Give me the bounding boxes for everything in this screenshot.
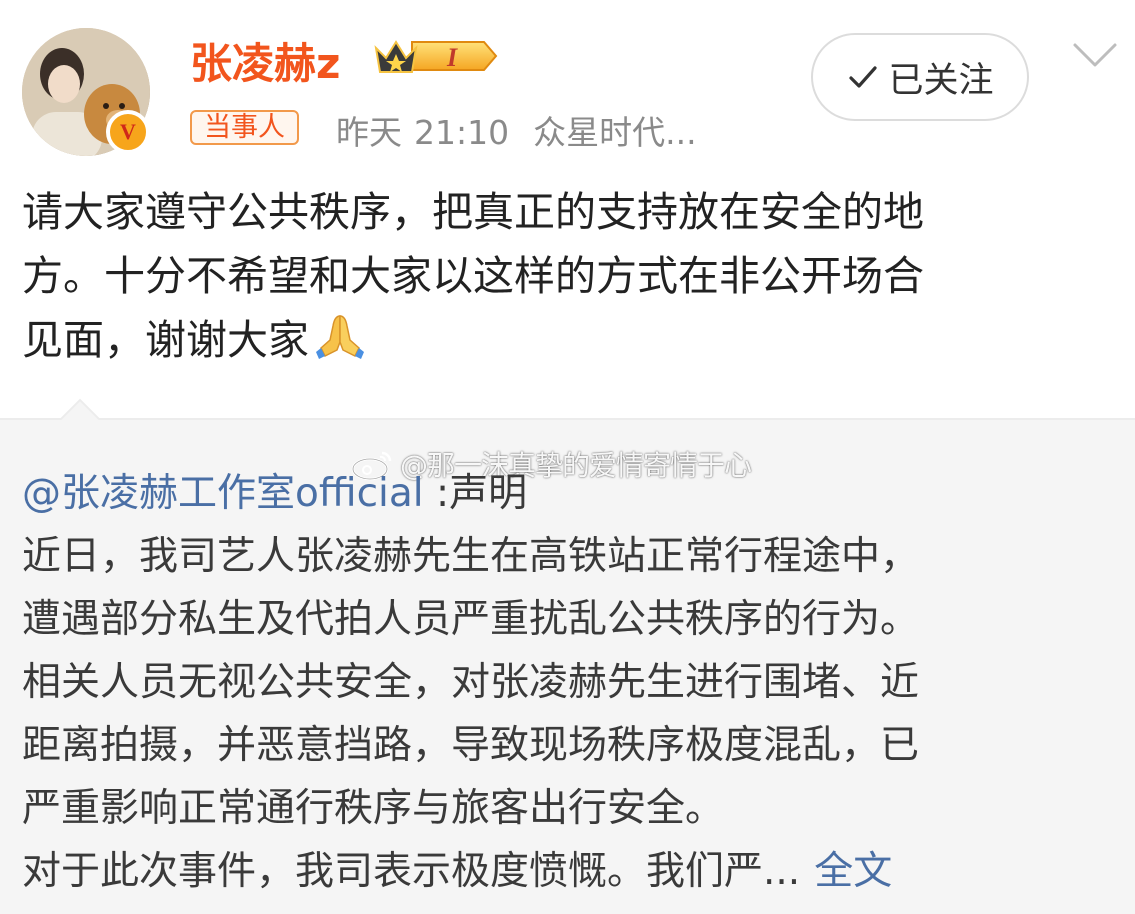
role-tag: 当事人: [190, 110, 299, 145]
post-header: V 张凌赫z I 当事人 昨天 21:10 众星时代... 已关注: [0, 0, 1135, 170]
retweet-notch: [60, 398, 100, 420]
retweet-line: 距离拍摄，并恶意挡路，导致现场秩序极度混乱，已: [22, 723, 920, 768]
retweet-author-link[interactable]: @张凌赫工作室official: [22, 471, 424, 516]
post-meta: 昨天 21:10 众星时代...: [336, 106, 697, 154]
post-line: 方。十分不希望和大家以这样的方式在非公开场合: [22, 252, 924, 300]
check-icon: [849, 66, 878, 88]
follow-button[interactable]: 已关注: [811, 33, 1029, 121]
retweet-header: @张凌赫工作室official :声明: [22, 462, 1117, 525]
folded-hands-emoji-icon: [316, 315, 364, 359]
post-date: 昨天: [336, 113, 402, 152]
verified-v-icon: V: [106, 110, 150, 154]
post-text[interactable]: 请大家遵守公共秩序，把真正的支持放在安全的地 方。十分不希望和大家以这样的方式在…: [22, 180, 1117, 372]
post-line-text: 见面，谢谢大家: [22, 316, 309, 364]
post-line-last: 见面，谢谢大家: [22, 308, 1117, 372]
post-time: 21:10: [414, 113, 510, 152]
username[interactable]: 张凌赫z: [190, 30, 340, 91]
crown-level-badge-icon[interactable]: I: [372, 34, 500, 78]
retweet-block[interactable]: @那一沫真挚的爱情寄情于心 @张凌赫工作室official :声明 近日，我司艺…: [0, 398, 1135, 914]
full-text-link[interactable]: 全文: [814, 849, 892, 894]
retweet-line: 严重影响正常通行秩序与旅客出行安全。: [22, 786, 725, 831]
retweet-line: 近日，我司艺人张凌赫先生在高铁站正常行程途中，: [22, 534, 920, 579]
retweet-line-last: 对于此次事件，我司表示极度愤慨。我们严... 全文: [22, 840, 1117, 903]
retweet-line: 遭遇部分私生及代拍人员严重扰乱公共秩序的行为。: [22, 597, 920, 642]
retweet-title: :声明: [423, 471, 528, 516]
retweet-line-text: 对于此次事件，我司表示极度愤慨。我们严...: [22, 849, 801, 894]
post-line: 请大家遵守公共秩序，把真正的支持放在安全的地: [22, 188, 924, 236]
post-source[interactable]: 众星时代...: [533, 113, 696, 152]
chevron-down-icon[interactable]: [1072, 40, 1118, 70]
member-level-text: I: [446, 43, 458, 72]
weibo-post: V 张凌赫z I 当事人 昨天 21:10 众星时代... 已关注 请大家遵守公…: [0, 0, 1135, 914]
follow-button-label: 已关注: [888, 60, 994, 101]
retweet-line: 相关人员无视公共安全，对张凌赫先生进行围堵、近: [22, 660, 920, 705]
retweet-text: @张凌赫工作室official :声明 近日，我司艺人张凌赫先生在高铁站正常行程…: [22, 462, 1117, 903]
verified-badge-label: V: [120, 119, 136, 144]
